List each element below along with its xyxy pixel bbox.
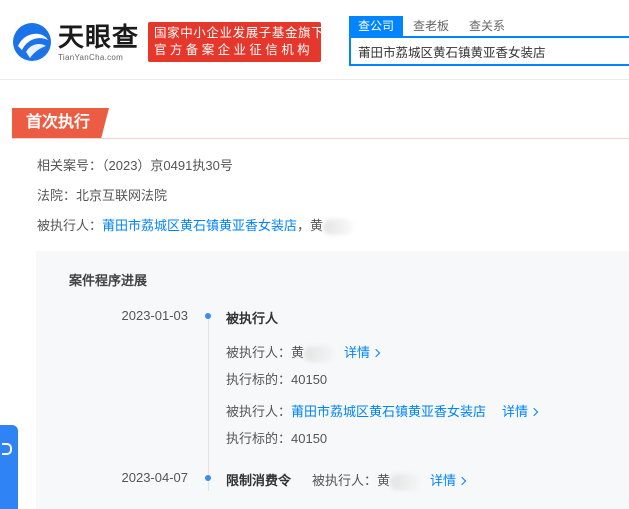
target-label: 执行标的： bbox=[226, 372, 292, 387]
court-row: 法院：北京互联网法院 bbox=[37, 185, 167, 204]
redacted-name-blur bbox=[390, 473, 421, 490]
court-value: 北京互联网法院 bbox=[76, 188, 168, 203]
target-value: 40150 bbox=[291, 431, 328, 446]
search-tabs: 查公司 查老板 查关系 bbox=[349, 16, 629, 36]
detail-link[interactable]: 详情 bbox=[502, 404, 539, 419]
executed-party-label: 被执行人： bbox=[37, 218, 103, 233]
site-header: 天眼查 TianYanCha.com 国家中小企业发展子基金旗下 官方备案企业征… bbox=[0, 0, 629, 80]
executed-party-row: 被执行人：莆田市荔城区黄石镇黄亚香女装店，黄 bbox=[37, 215, 354, 235]
event-date: 2023-04-07 bbox=[121, 470, 189, 485]
case-number-row: 相关案号：（2023）京0491执30号 bbox=[37, 155, 233, 174]
gov-badge-line1: 国家中小企业发展子基金旗下 bbox=[154, 26, 325, 40]
case-number-value: （2023）京0491执30号 bbox=[102, 158, 233, 173]
event-date: 2023-01-03 bbox=[121, 308, 189, 323]
redacted-name-blur bbox=[304, 345, 335, 362]
event-party-row: 被执行人：黄 详情 bbox=[312, 470, 467, 490]
site-logo[interactable]: 天眼查 TianYanCha.com bbox=[12, 22, 139, 62]
search-box bbox=[349, 36, 629, 66]
event-target-row: 执行标的：40150 bbox=[226, 428, 327, 447]
executed-separator: ， bbox=[297, 218, 311, 233]
tab-company[interactable]: 查公司 bbox=[349, 16, 404, 36]
event-target-row: 执行标的：40150 bbox=[226, 369, 327, 388]
executed-person-name: 黄 bbox=[310, 218, 324, 233]
logo-eye-icon bbox=[12, 22, 52, 62]
event-party-row: 被执行人：黄 详情 bbox=[226, 342, 381, 362]
event-party-row: 被执行人：莆田市荔城区黄石镇黄亚香女装店 详情 bbox=[226, 401, 539, 420]
party-name: 黄 bbox=[377, 473, 391, 488]
executed-company-link[interactable]: 莆田市荔城区黄石镇黄亚香女装店 bbox=[102, 218, 297, 233]
target-value: 40150 bbox=[291, 372, 328, 387]
gov-badge-line2: 官方备案企业征信机构 bbox=[154, 43, 314, 57]
floating-side-widget[interactable] bbox=[0, 425, 18, 509]
case-progress-panel: 案件程序进展 2023-01-03 被执行人 被执行人：黄 详情 执行标的：401… bbox=[36, 251, 629, 509]
detail-label: 详情 bbox=[430, 473, 457, 488]
search-input[interactable] bbox=[358, 44, 629, 58]
event-title: 限制消费令 bbox=[226, 473, 292, 488]
court-label: 法院： bbox=[37, 188, 77, 203]
timeline-dot bbox=[205, 475, 211, 481]
party-label: 被执行人： bbox=[226, 345, 292, 360]
detail-link[interactable]: 详情 bbox=[430, 473, 467, 488]
target-label: 执行标的： bbox=[226, 431, 292, 446]
tab-boss[interactable]: 查老板 bbox=[403, 16, 459, 36]
case-number-label: 相关案号： bbox=[37, 158, 103, 173]
section-divider bbox=[12, 138, 629, 139]
event-title: 被执行人 bbox=[226, 311, 279, 326]
timeline-line bbox=[208, 316, 209, 491]
main-content: 首次执行 相关案号：（2023）京0491执30号 法院：北京互联网法院 被执行… bbox=[12, 98, 629, 509]
party-company-link[interactable]: 莆田市荔城区黄石镇黄亚香女装店 bbox=[291, 404, 486, 419]
search-panel: 查公司 查老板 查关系 bbox=[349, 16, 629, 66]
detail-link[interactable]: 详情 bbox=[344, 345, 381, 360]
logo-subtitle: TianYanCha.com bbox=[58, 52, 124, 62]
logo-title: 天眼查 bbox=[58, 21, 140, 52]
detail-label: 详情 bbox=[344, 345, 371, 360]
gov-badge: 国家中小企业发展子基金旗下 官方备案企业征信机构 bbox=[148, 22, 325, 62]
chat-icon bbox=[2, 443, 12, 455]
chevron-right-icon bbox=[457, 476, 467, 486]
chevron-right-icon bbox=[529, 407, 539, 417]
progress-title: 案件程序进展 bbox=[69, 273, 148, 288]
chevron-right-icon bbox=[371, 348, 381, 358]
party-label: 被执行人： bbox=[312, 473, 378, 488]
party-name: 黄 bbox=[291, 345, 305, 360]
section-title: 首次执行 bbox=[12, 108, 109, 138]
detail-label: 详情 bbox=[502, 404, 529, 419]
redacted-name-blur bbox=[323, 218, 354, 235]
timeline-dot bbox=[205, 313, 211, 319]
tab-relation[interactable]: 查关系 bbox=[459, 16, 515, 36]
party-label: 被执行人： bbox=[226, 404, 292, 419]
